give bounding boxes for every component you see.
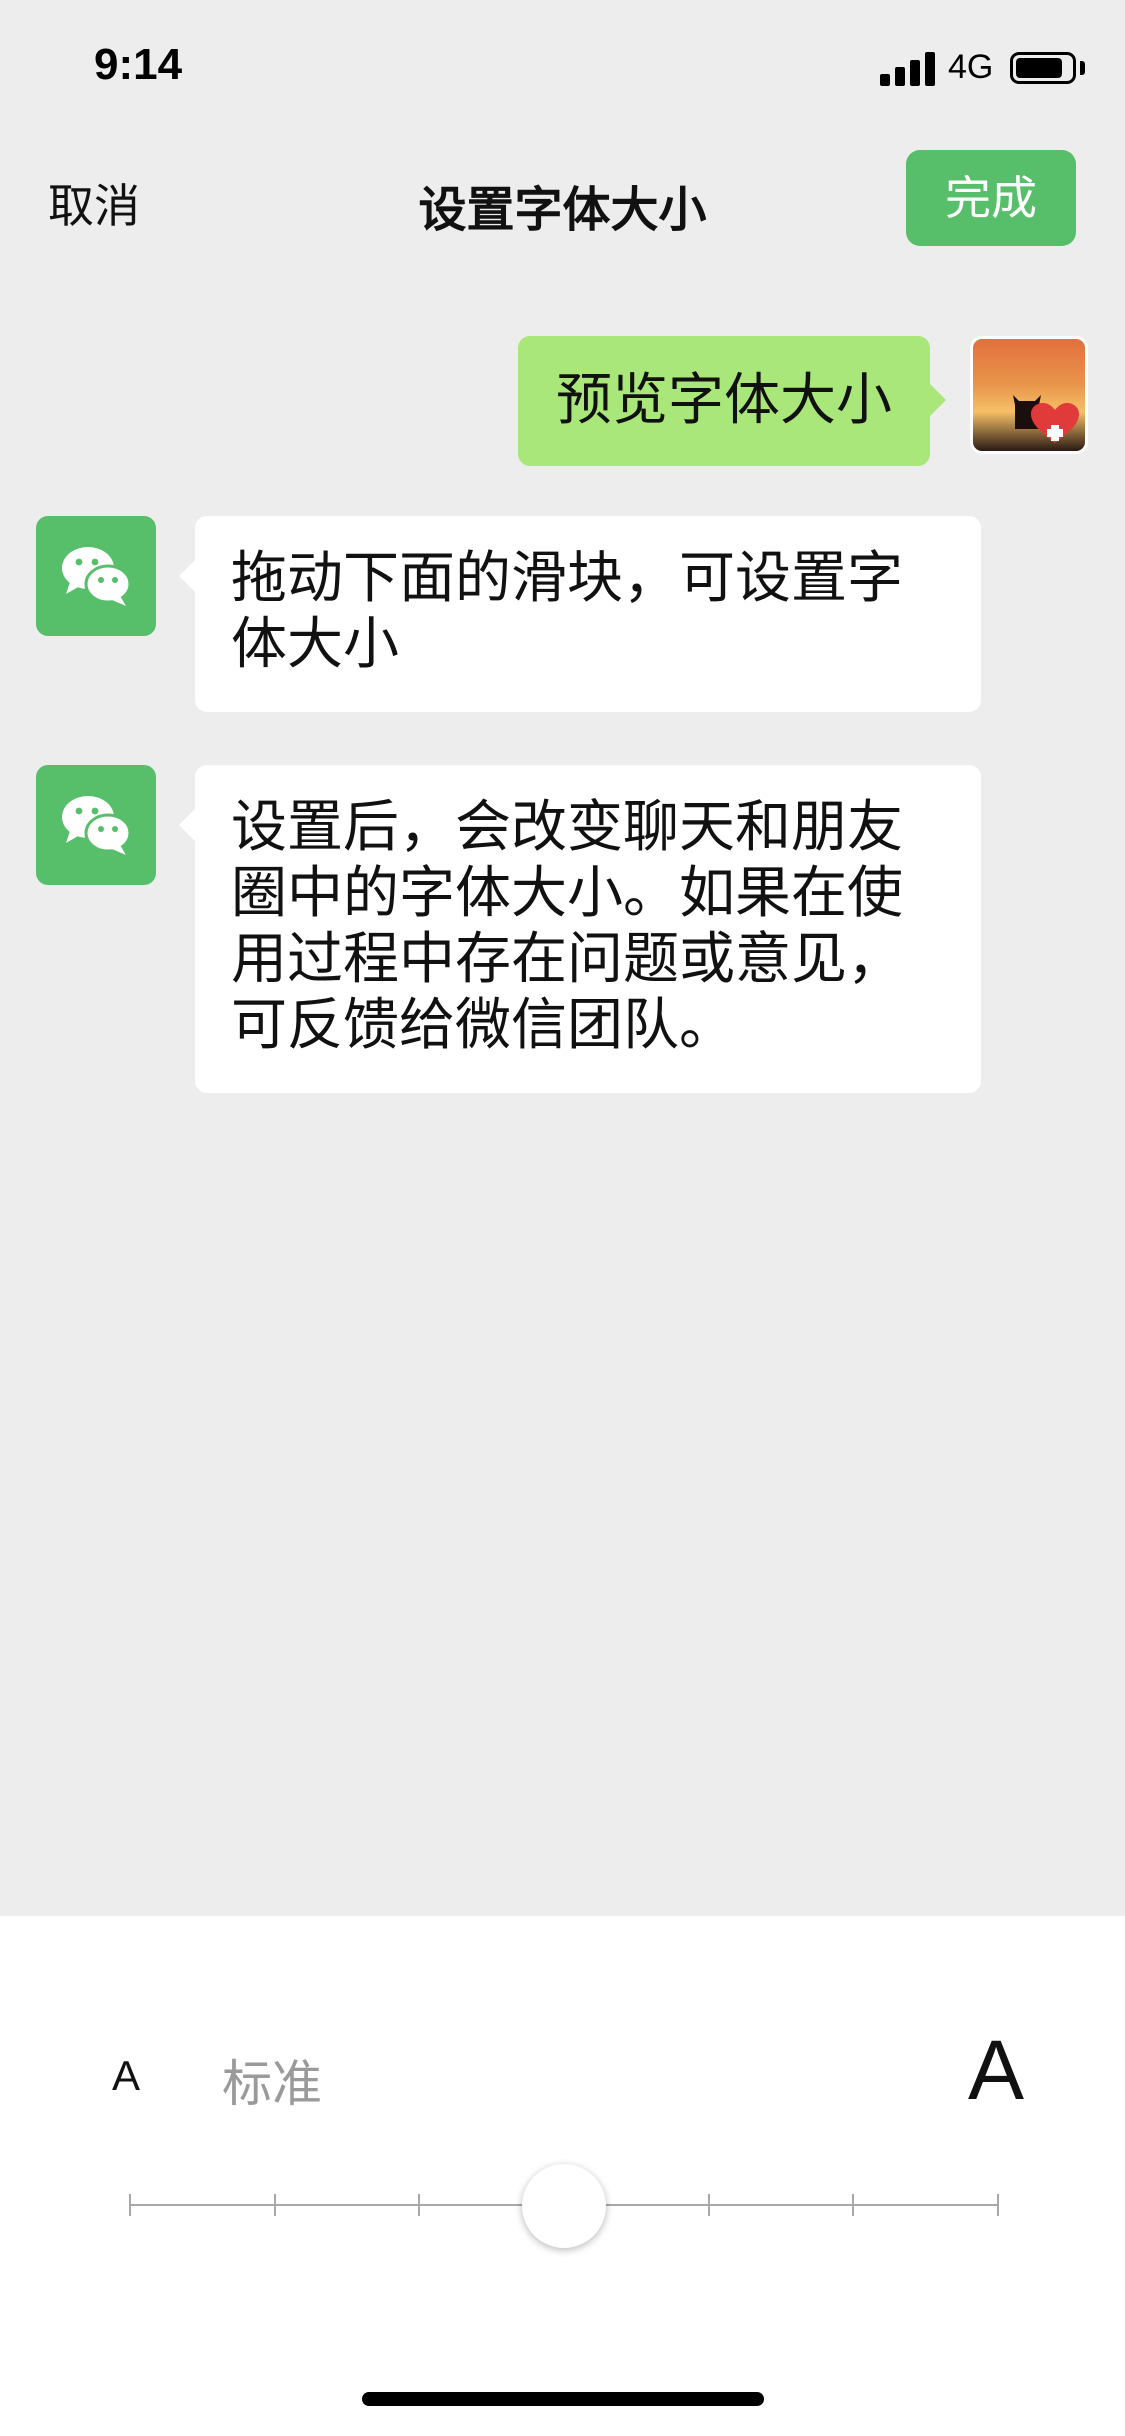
slider-tick bbox=[852, 2194, 855, 2216]
font-size-slider[interactable] bbox=[129, 2164, 999, 2248]
cancel-button[interactable]: 取消 bbox=[48, 170, 140, 236]
font-size-panel: A 标准 A bbox=[0, 1916, 1125, 2436]
preview-bubble: 预览字体大小 bbox=[518, 336, 946, 466]
user-avatar[interactable] bbox=[970, 336, 1088, 454]
current-size-label: 标准 bbox=[222, 2055, 322, 2113]
wechat-avatar bbox=[36, 765, 156, 885]
battery-icon bbox=[1010, 52, 1076, 84]
wechat-avatar bbox=[36, 516, 156, 636]
navigation-bar: 取消 设置字体大小 完成 bbox=[0, 132, 1125, 272]
home-indicator[interactable] bbox=[362, 2392, 764, 2406]
status-bar: 9:14 4G bbox=[0, 0, 1125, 132]
large-font-label: A bbox=[968, 2023, 1025, 2117]
slider-tick bbox=[418, 2194, 421, 2216]
battery-level-fill bbox=[1016, 58, 1062, 78]
cellular-signal-icon bbox=[880, 52, 936, 86]
message-row-self: 预览字体大小 bbox=[0, 336, 1125, 466]
status-time: 9:14 bbox=[94, 40, 183, 89]
slider-tick bbox=[997, 2194, 999, 2216]
tip-bubble-1: 拖动下面的滑块，可设置字体大小 bbox=[179, 516, 981, 712]
battery-cap bbox=[1080, 61, 1085, 75]
slider-tick bbox=[129, 2194, 131, 2216]
network-type: 4G bbox=[948, 48, 994, 86]
done-button[interactable]: 完成 bbox=[906, 150, 1076, 246]
wechat-logo-icon bbox=[62, 796, 132, 855]
tip-bubble-2: 设置后，会改变聊天和朋友圈中的字体大小。如果在使用过程中存在问题或意见，可反馈给… bbox=[179, 765, 981, 1093]
heart-badge-icon bbox=[1031, 403, 1079, 443]
wechat-logo-icon bbox=[62, 547, 132, 606]
slider-tick bbox=[707, 2194, 710, 2216]
slider-tick bbox=[273, 2194, 276, 2216]
slider-thumb[interactable] bbox=[522, 2164, 606, 2248]
small-font-label: A bbox=[112, 2052, 141, 2099]
